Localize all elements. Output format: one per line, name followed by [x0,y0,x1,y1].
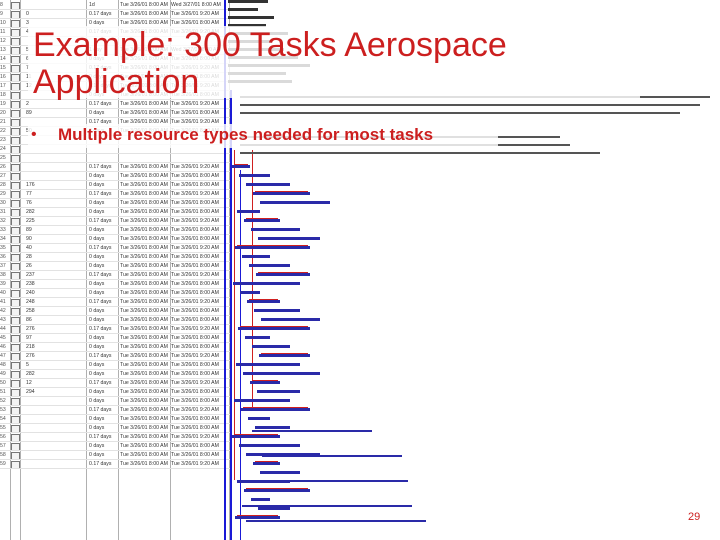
task-bar [243,372,320,375]
slide-title: Example: 300 Tasks Aerospace Application [33,26,507,101]
bullet-text: Multiple resource types needed for most … [58,125,434,144]
task-bar [261,318,320,321]
task-bar [228,16,274,19]
critical-task-bar [234,434,278,435]
task-bar [239,174,270,177]
task-bar [233,282,300,285]
slide: 8 1d Tue 3/26/01 8:00 AM Wed 3/27/01 8:00 A… [0,0,720,540]
critical-task-bar [249,299,278,300]
task-bar [245,336,270,339]
resource-bar [240,152,600,154]
task-bar [248,417,270,420]
task-bar [260,471,300,474]
task-bar [242,505,412,507]
critical-task-bar [243,407,308,408]
task-bar [253,192,310,195]
task-bar [235,516,280,519]
resource-bar [240,112,680,114]
resource-bar [240,104,700,106]
task-bar [250,381,280,384]
task-bar [247,300,280,303]
task-bar [240,291,260,294]
task-bar [237,210,260,213]
critical-task-bar [261,353,308,354]
task-bar [253,462,280,465]
task-bar [228,8,258,11]
task-bar [259,354,310,357]
table-row-divider [0,468,230,469]
critical-path-line [252,150,253,410]
task-bar [239,444,300,447]
task-bar [254,309,300,312]
task-bar [258,237,320,240]
task-bar [241,408,310,411]
task-bar [249,264,290,267]
task-bar [262,455,402,457]
task-bar [244,489,310,492]
gantt-spine [230,90,232,540]
task-bar [251,498,270,501]
task-bar [234,399,290,402]
task-bar [252,345,290,348]
task-bar [251,228,300,231]
critical-path-line [234,150,235,480]
task-bar [235,246,310,249]
task-bar [258,480,408,482]
critical-task-bar [252,380,278,381]
task-bar [256,273,310,276]
critical-task-bar [258,272,308,273]
critical-task-bar [240,326,308,327]
critical-task-bar [246,488,308,489]
bullet-marker: • [31,126,37,143]
critical-task-bar [255,191,308,192]
task-bar [244,219,280,222]
task-bar [228,0,268,3]
critical-task-bar [234,164,248,165]
task-bar [260,201,330,204]
gantt-spine [240,170,241,540]
critical-task-bar [246,218,278,219]
task-bar [255,426,290,429]
critical-task-bar [255,461,278,462]
task-bar [246,520,426,522]
task-bar [238,327,310,330]
task-bar [232,435,280,438]
task-bar [252,430,372,432]
page-number: 29 [688,511,701,523]
task-bar [242,255,270,258]
task-bar [232,165,250,168]
task-bar [258,507,290,510]
task-bar [257,390,300,393]
task-bar [246,183,290,186]
task-bar [236,363,300,366]
critical-task-bar [237,515,278,516]
critical-task-bar [237,245,308,246]
